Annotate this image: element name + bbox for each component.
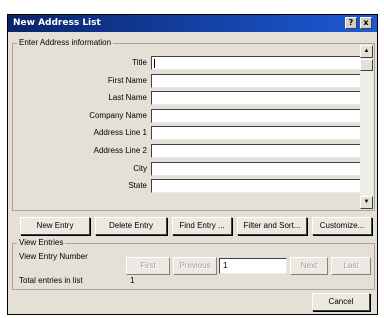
total-entries-label: Total entries in list — [19, 276, 83, 285]
view-entries-legend: View Entries — [17, 238, 66, 247]
address-field-input[interactable] — [151, 161, 363, 176]
scroll-up-arrow-icon[interactable]: ▲ — [360, 45, 373, 58]
new-address-list-dialog: New Address List ? x Enter Address infor… — [7, 14, 378, 315]
help-button[interactable]: ? — [345, 17, 357, 29]
first-entry-button[interactable]: First — [126, 257, 170, 275]
address-field-input[interactable] — [151, 144, 363, 158]
vertical-scrollbar[interactable]: ▲ ▼ — [360, 45, 373, 209]
address-field-label: State — [128, 181, 147, 191]
address-field-label: Address Line 2 — [93, 146, 147, 155]
address-field-label: Title — [132, 58, 147, 67]
address-field-label: Last Name — [108, 93, 147, 103]
address-field-row: Address Line 2 — [13, 144, 363, 159]
filter-sort-button[interactable]: Filter and Sort... — [237, 217, 307, 235]
window-title: New Address List — [13, 18, 101, 28]
address-field-row: First Name — [13, 73, 363, 89]
address-field-list: Title First Name Last Name Company Name Addr… — [13, 56, 363, 206]
text-caret — [154, 59, 155, 68]
last-entry-button[interactable]: Last — [331, 257, 371, 275]
title-bar[interactable]: New Address List ? x — [8, 15, 377, 32]
next-entry-button[interactable]: Next — [290, 257, 328, 275]
address-field-row: Address Line 1 — [13, 126, 363, 141]
close-button[interactable]: x — [360, 17, 372, 29]
address-field-label: City — [133, 163, 147, 173]
entry-number-input[interactable]: 1 — [219, 258, 287, 274]
address-field-input[interactable] — [151, 91, 363, 106]
address-field-label: Company Name — [89, 110, 147, 120]
address-field-input[interactable] — [151, 73, 363, 88]
address-info-legend: Enter Address information — [17, 38, 114, 47]
find-entry-button[interactable]: Find Entry ... — [172, 217, 232, 235]
address-field-row: Title — [13, 56, 363, 71]
address-field-label: First Name — [107, 75, 147, 85]
total-entries-value: 1 — [130, 276, 135, 285]
previous-entry-button[interactable]: Previous — [173, 257, 217, 275]
scrollbar-thumb[interactable] — [360, 59, 373, 71]
new-entry-button[interactable]: New Entry — [20, 217, 90, 235]
address-field-row: State — [13, 179, 363, 194]
address-field-row: Company Name — [13, 108, 363, 124]
view-entries-group: View Entries View Entry Number First Pre… — [12, 238, 375, 290]
address-info-group: Enter Address information Title First Nam… — [12, 38, 375, 211]
address-field-input[interactable] — [151, 126, 363, 141]
cancel-button[interactable]: Cancel — [312, 293, 370, 311]
scroll-down-arrow-icon[interactable]: ▼ — [360, 196, 373, 209]
address-field-input[interactable] — [151, 179, 363, 194]
view-entry-number-label: View Entry Number — [19, 252, 88, 261]
delete-entry-button[interactable]: Delete Entry — [95, 217, 167, 235]
address-field-label: Address Line 1 — [93, 128, 147, 138]
address-field-row: City — [13, 161, 363, 177]
address-field-input[interactable] — [151, 56, 363, 70]
address-field-input[interactable] — [151, 108, 363, 123]
customize-button[interactable]: Customize... — [312, 217, 372, 235]
address-field-row: Last Name — [13, 91, 363, 106]
